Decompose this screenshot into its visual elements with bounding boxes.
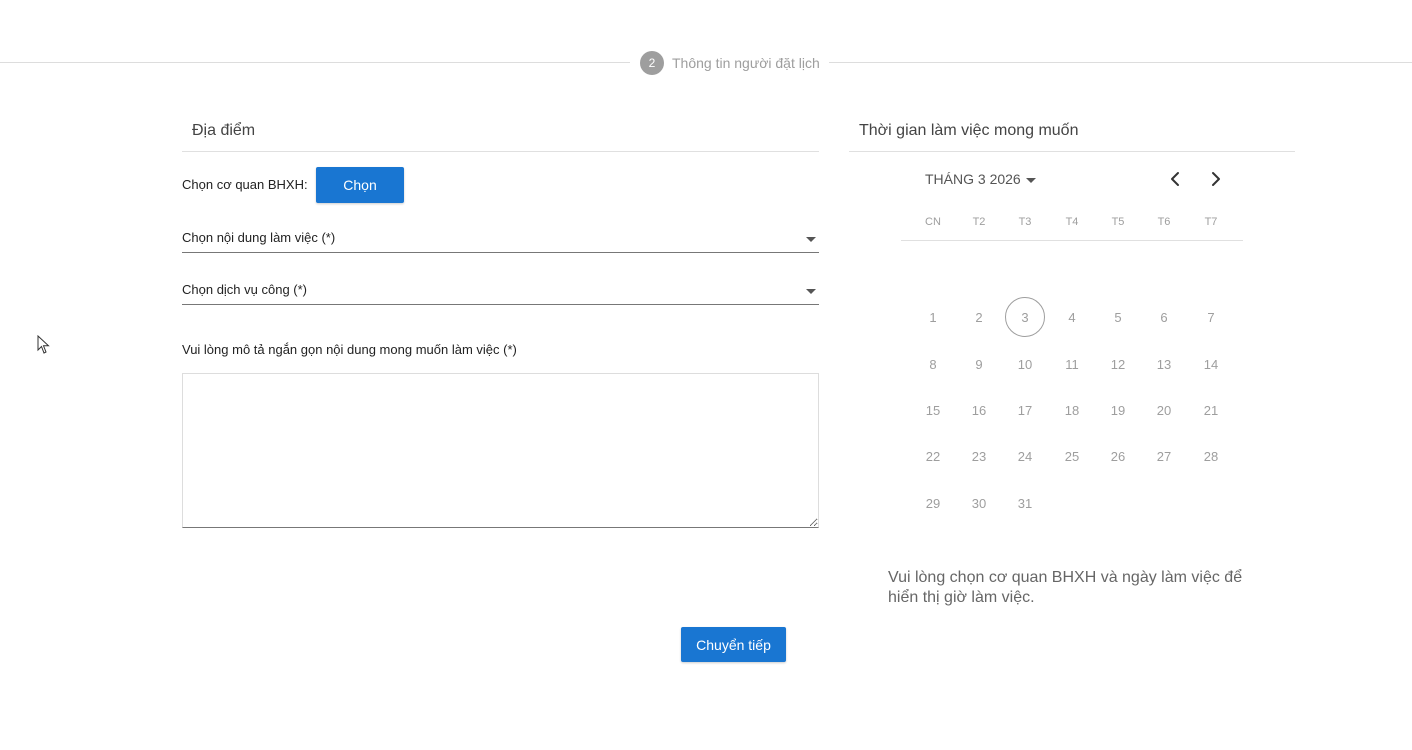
next-month-button[interactable] bbox=[1205, 168, 1227, 190]
calendar-day[interactable]: 19 bbox=[1098, 390, 1138, 430]
mouse-pointer-icon bbox=[37, 335, 50, 354]
agency-label: Chọn cơ quan BHXH: bbox=[182, 177, 308, 192]
calendar-day-today[interactable]: 3 bbox=[1005, 297, 1045, 337]
public-service-select-label: Chọn dịch vụ công (*) bbox=[182, 282, 308, 297]
weekday-label: T6 bbox=[1157, 216, 1171, 228]
calendar-day[interactable]: 28 bbox=[1191, 436, 1231, 476]
calendar-day[interactable]: 15 bbox=[913, 390, 953, 430]
chevron-right-icon bbox=[1212, 172, 1220, 186]
calendar-day[interactable]: 17 bbox=[1005, 390, 1045, 430]
caret-down-icon bbox=[806, 237, 816, 242]
caret-down-icon bbox=[806, 289, 816, 294]
stepper-line-left bbox=[0, 62, 630, 63]
calendar-day[interactable]: 24 bbox=[1005, 436, 1045, 476]
calendar-day[interactable]: 25 bbox=[1052, 436, 1092, 476]
caret-down-icon bbox=[1025, 177, 1036, 183]
calendar-day[interactable]: 9 bbox=[959, 344, 999, 384]
calendar-day[interactable]: 27 bbox=[1144, 436, 1184, 476]
calendar-day[interactable]: 31 bbox=[1005, 483, 1045, 523]
working-hours-hint: Vui lòng chọn cơ quan BHXH và ngày làm v… bbox=[888, 569, 1243, 606]
stepper-step: 2 Thông tin người đặt lịch bbox=[640, 51, 820, 75]
description-textarea[interactable] bbox=[182, 373, 819, 528]
next-button[interactable]: Chuyển tiếp bbox=[681, 627, 786, 662]
location-section-title: Địa điểm bbox=[192, 122, 256, 139]
weekday-label: CN bbox=[925, 216, 941, 228]
calendar-day[interactable]: 5 bbox=[1098, 297, 1138, 337]
prev-month-button[interactable] bbox=[1164, 168, 1186, 190]
schedule-section-title: Thời gian làm việc mong muốn bbox=[859, 122, 1079, 139]
month-picker[interactable]: THÁNG 3 2026 bbox=[925, 170, 1036, 188]
calendar-day[interactable]: 23 bbox=[959, 436, 999, 476]
calendar-day[interactable]: 12 bbox=[1098, 344, 1138, 384]
calendar-day[interactable]: 26 bbox=[1098, 436, 1138, 476]
month-label: THÁNG 3 2026 bbox=[925, 171, 1021, 187]
chevron-left-icon bbox=[1171, 172, 1179, 186]
weekday-divider bbox=[901, 240, 1243, 241]
public-service-select[interactable]: Chọn dịch vụ công (*) bbox=[182, 282, 819, 305]
calendar-day[interactable]: 8 bbox=[913, 344, 953, 384]
calendar-day[interactable]: 1 bbox=[913, 297, 953, 337]
weekday-label: T3 bbox=[1018, 216, 1032, 228]
calendar-day[interactable]: 7 bbox=[1191, 297, 1231, 337]
calendar-day[interactable]: 4 bbox=[1052, 297, 1092, 337]
stepper-line-right bbox=[829, 62, 1412, 63]
description-label: Vui lòng mô tả ngắn gọn nội dung mong mu… bbox=[182, 342, 517, 357]
calendar-day[interactable]: 6 bbox=[1144, 297, 1184, 337]
calendar-day[interactable]: 29 bbox=[913, 483, 953, 523]
choose-agency-button[interactable]: Chọn bbox=[316, 167, 404, 203]
schedule-section-divider bbox=[849, 151, 1295, 152]
calendar-day[interactable]: 11 bbox=[1052, 344, 1092, 384]
weekday-label: T4 bbox=[1065, 216, 1079, 228]
calendar-day[interactable]: 14 bbox=[1191, 344, 1231, 384]
calendar-day[interactable]: 2 bbox=[959, 297, 999, 337]
calendar-day[interactable]: 13 bbox=[1144, 344, 1184, 384]
calendar-day[interactable]: 30 bbox=[959, 483, 999, 523]
work-content-select[interactable]: Chọn nội dung làm việc (*) bbox=[182, 230, 819, 253]
calendar-day[interactable]: 18 bbox=[1052, 390, 1092, 430]
calendar-day[interactable]: 22 bbox=[913, 436, 953, 476]
weekday-label: T2 bbox=[972, 216, 986, 228]
step-number: 2 bbox=[640, 51, 664, 75]
location-section-divider bbox=[182, 151, 819, 152]
step-label: Thông tin người đặt lịch bbox=[672, 55, 820, 71]
calendar-day[interactable]: 10 bbox=[1005, 344, 1045, 384]
calendar-day[interactable]: 20 bbox=[1144, 390, 1184, 430]
weekday-label: T7 bbox=[1204, 216, 1218, 228]
calendar-day[interactable]: 21 bbox=[1191, 390, 1231, 430]
weekday-label: T5 bbox=[1111, 216, 1125, 228]
calendar-day[interactable]: 16 bbox=[959, 390, 999, 430]
work-content-select-label: Chọn nội dung làm việc (*) bbox=[182, 230, 336, 245]
